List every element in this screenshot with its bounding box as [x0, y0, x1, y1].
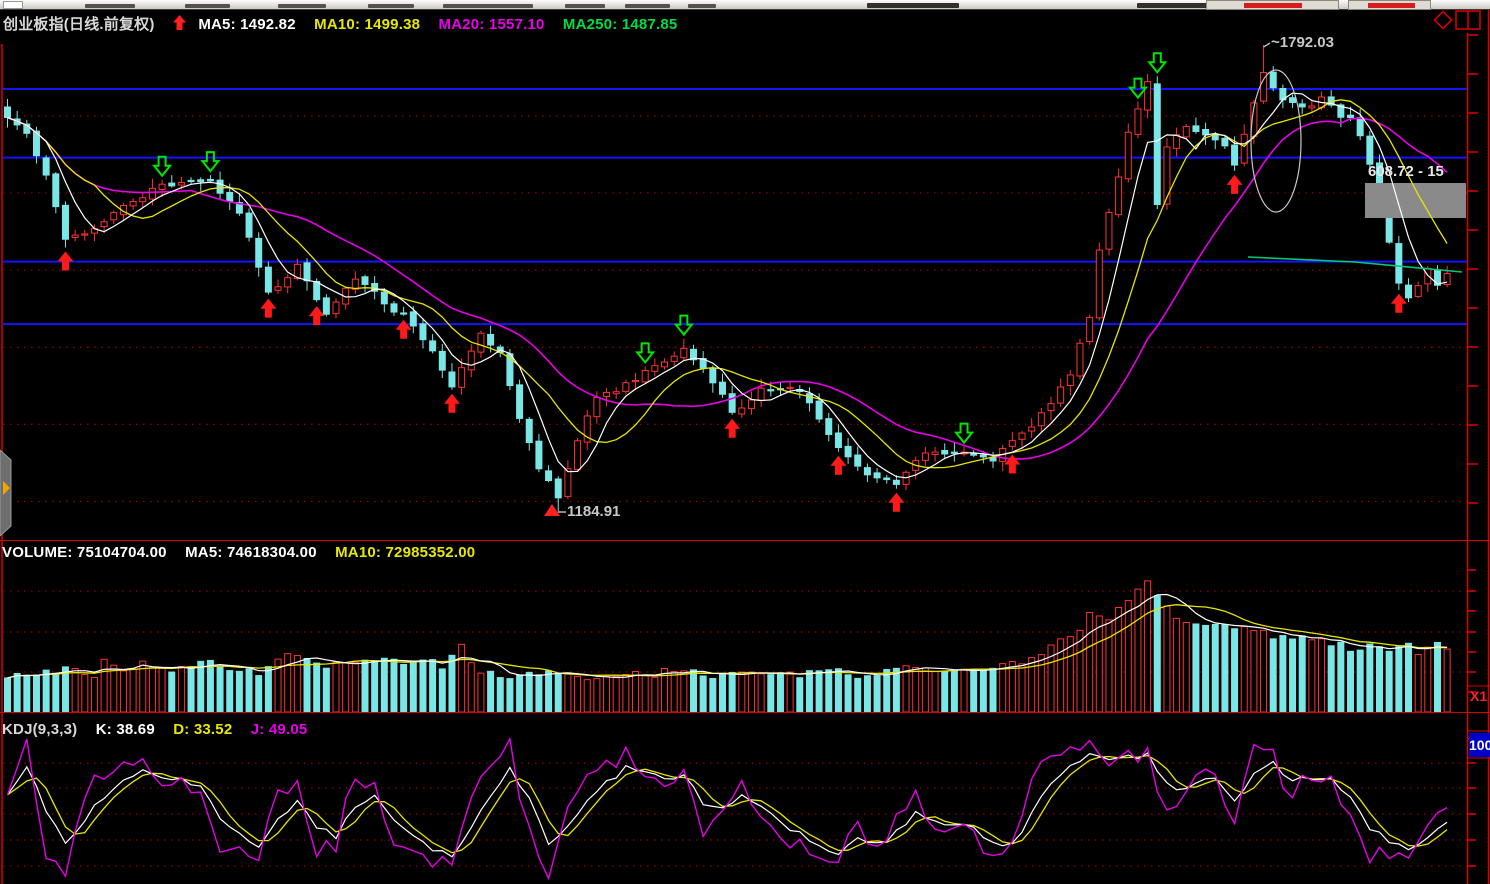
- trading-app-window: { "main_header": { "symbol": "创业板指(日线.前复…: [0, 0, 1490, 884]
- menu-item-fragment[interactable]: [1137, 3, 1217, 8]
- buy-signal-arrow: [1391, 294, 1407, 313]
- symbol-title: 创业板指(日线.前复权): [3, 16, 155, 33]
- up-arrow-icon: [173, 15, 186, 31]
- menu-item-fragment[interactable]: [368, 4, 414, 8]
- toolbar-icons-layer: [1435, 11, 1480, 29]
- kdj-indicator-header: KDJ(9,3,3) K: 38.69 D: 33.52 J: 49.05: [2, 721, 321, 738]
- menu-item-fragment[interactable]: [85, 4, 135, 8]
- ma20-readout: MA20: 1557.10: [439, 16, 545, 33]
- kdj-lines-layer: [8, 739, 1448, 879]
- ma10-readout: MA10: 1499.38: [314, 16, 420, 33]
- menu-bar: [0, 0, 1490, 10]
- buy-signal-arrow: [260, 299, 276, 318]
- price-marker-layer: [544, 43, 1270, 516]
- ma5-readout: MA5: 1492.82: [198, 16, 295, 33]
- ellipse-layer: [1251, 70, 1301, 212]
- kdj-name: KDJ(9,3,3): [2, 721, 77, 738]
- menu-item-fragment[interactable]: [867, 3, 959, 8]
- buy-signal-arrow: [444, 394, 460, 413]
- panel-expand-tab[interactable]: [0, 450, 11, 536]
- volume-ma5-readout: MA5: 74618304.00: [185, 544, 317, 561]
- menu-item-fragment[interactable]: [565, 4, 605, 8]
- zoom-multiplier-label: X1: [1470, 688, 1487, 704]
- blue-annotation-lines: [3, 89, 1467, 324]
- buy-signal-arrow: [1227, 175, 1243, 194]
- menu-item-fragment[interactable]: [443, 4, 533, 8]
- red-button-text-fragment: [1244, 3, 1302, 8]
- candlestick-layer: [5, 45, 1451, 513]
- volume-ma10-readout: MA10: 72985352.00: [335, 544, 475, 561]
- buy-signal-arrow: [309, 306, 325, 325]
- main-indicator-header: 创业板指(日线.前复权) MA5: 1492.82 MA10: 1499.38 …: [3, 13, 691, 34]
- toolbar-red-button-1[interactable]: [1206, 0, 1339, 10]
- app-logo-icon[interactable]: [3, 1, 23, 9]
- volume-indicator-header: VOLUME: 75104704.00 MA5: 74618304.00 MA1…: [2, 544, 489, 561]
- diamond-tool-icon[interactable]: [1435, 12, 1452, 29]
- k-readout: K: 38.69: [96, 721, 155, 738]
- ma250-readout: MA250: 1487.85: [563, 16, 678, 33]
- menu-item-fragment[interactable]: [688, 4, 716, 8]
- panel-expand-tab: [0, 450, 11, 536]
- kdj-scale-top-label: 100: [1469, 733, 1490, 757]
- axis-frame-layer: [0, 10, 1490, 884]
- gridlines-layer: [3, 116, 1467, 866]
- toolbar-red-button-2[interactable]: [1348, 0, 1431, 10]
- d-readout: D: 33.52: [173, 721, 232, 738]
- signal-arrows-layer: [57, 53, 1406, 511]
- sell-signal-arrow: [202, 152, 218, 171]
- buy-signal-arrow: [1004, 455, 1020, 474]
- sell-signal-arrow: [154, 157, 170, 176]
- range-box-label: 608.72 - 15: [1368, 163, 1444, 180]
- sell-signal-arrow: [956, 424, 972, 443]
- buy-signal-arrow: [888, 493, 904, 512]
- sell-signal-arrow: [1149, 53, 1165, 72]
- buy-signal-arrow: [396, 320, 412, 339]
- menu-item-fragment[interactable]: [185, 4, 230, 8]
- buy-signal-arrow: [830, 456, 846, 475]
- buy-signal-arrow: [57, 251, 73, 270]
- low-marker-triangle: [544, 504, 560, 516]
- menu-item-fragment[interactable]: [625, 4, 670, 8]
- red-button-text-fragment: [1368, 3, 1415, 8]
- j-readout: J: 49.05: [251, 721, 308, 738]
- menu-item-fragment[interactable]: [278, 4, 326, 8]
- buy-signal-arrow: [724, 419, 740, 438]
- high-price-label: ~1792.03: [1271, 34, 1334, 51]
- sell-signal-arrow: [637, 343, 653, 362]
- volume-readout: VOLUME: 75104704.00: [2, 544, 167, 561]
- chart-canvas[interactable]: [0, 0, 1490, 884]
- sell-signal-arrow: [676, 316, 692, 335]
- ellipse-annotation[interactable]: [1251, 70, 1301, 212]
- low-price-label: 1184.91: [567, 503, 620, 520]
- volume-bars-layer: [5, 581, 1451, 712]
